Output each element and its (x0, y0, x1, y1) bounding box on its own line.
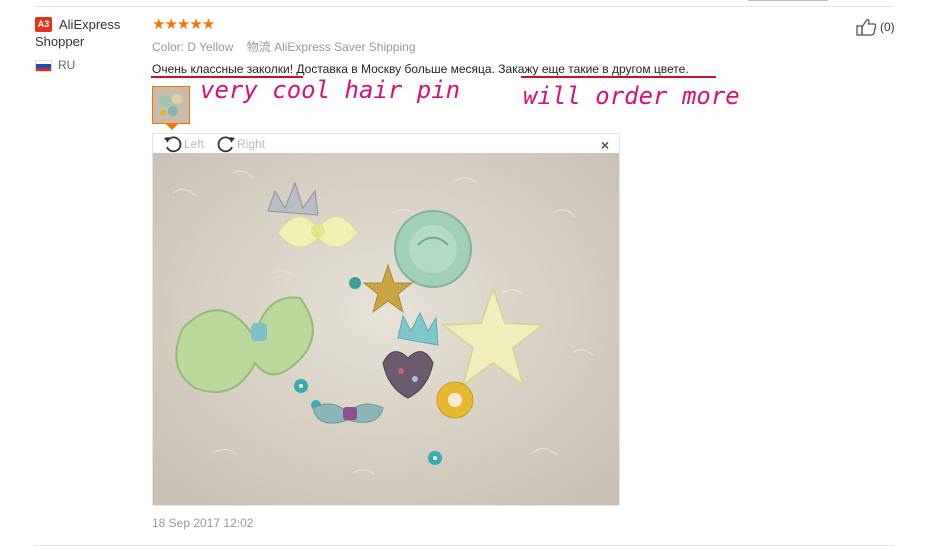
review-photo (153, 153, 619, 505)
order-info: Color: D Yellow 物流 AliExpress Saver Ship… (152, 38, 416, 55)
helpful-like-button[interactable]: (0) (856, 18, 895, 36)
thumbs-up-icon (856, 19, 877, 36)
annotation-underline-2 (521, 76, 716, 78)
viewer-toolbar: Left Right × (153, 134, 619, 154)
annotation-note-2: will order more (523, 82, 740, 110)
russia-flag-icon (35, 60, 52, 72)
close-viewer-button[interactable]: × (601, 137, 609, 153)
reviewer-name-line2: Shopper (35, 34, 85, 49)
rotate-left-button[interactable]: Left (163, 135, 204, 153)
reviewer-level-badge: A3 (35, 17, 52, 32)
star-rating: ★★★★★ (152, 16, 215, 33)
rotate-right-icon (217, 136, 235, 153)
color-value: D Yellow (187, 40, 234, 54)
color-label: Color: (152, 40, 185, 54)
annotation-note-1: very cool hair pin (200, 76, 461, 104)
rotate-right-button[interactable]: Right (216, 135, 265, 153)
top-divider (34, 6, 894, 7)
rotate-left-icon (164, 136, 182, 153)
helpful-count: (0) (880, 20, 895, 34)
review-text: Очень классные заколки! Доставка в Москв… (152, 62, 689, 76)
reviewer-name-line1: AliExpress (59, 17, 121, 32)
rotate-right-label: Right (237, 137, 266, 151)
shipping-label: 物流 (246, 40, 271, 54)
review-photo-thumbnail[interactable] (152, 86, 190, 124)
reviewer-country: RU (58, 58, 76, 72)
shipping-value: AliExpress Saver Shipping (274, 40, 416, 54)
top-divider-accent (748, 0, 828, 1)
photo-viewer: Left Right × (152, 133, 620, 506)
thumbnail-selected-arrow (166, 124, 178, 130)
review-date: 18 Sep 2017 12:02 (152, 516, 254, 530)
rotate-left-label: Left (184, 137, 205, 151)
